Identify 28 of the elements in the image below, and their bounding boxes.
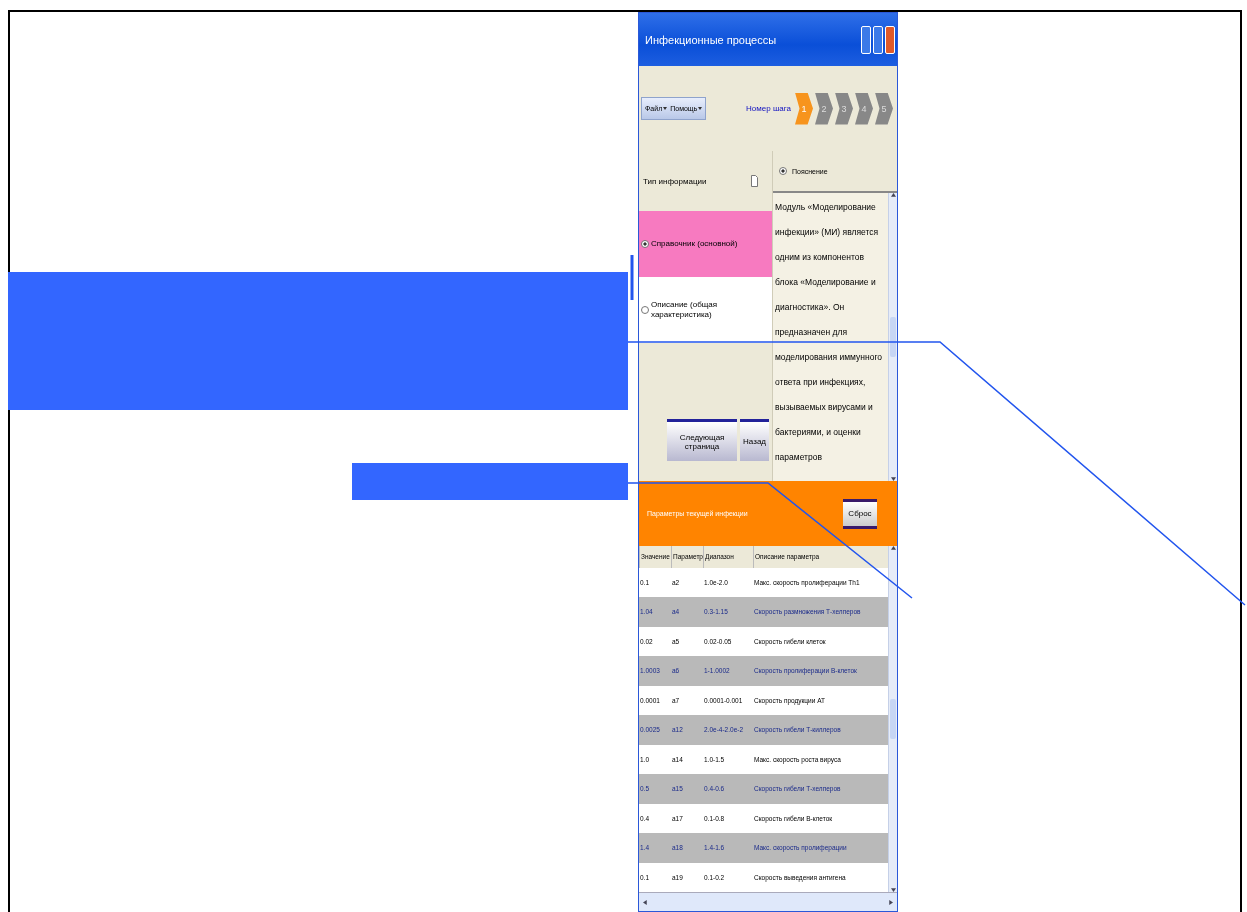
radio-icon — [779, 167, 787, 175]
minimize-button[interactable] — [861, 25, 871, 54]
info-type-option[interactable]: Описание (общая характеристика) — [639, 277, 772, 343]
horizontal-scrollbar[interactable] — [639, 892, 897, 911]
scrollbar[interactable] — [888, 546, 897, 892]
maximize-button[interactable] — [873, 25, 883, 54]
window-title: Инфекционные процессы — [645, 33, 778, 46]
caret-icon — [698, 107, 703, 110]
right-arrow-icon[interactable] — [888, 899, 893, 905]
down-arrow-icon[interactable] — [890, 887, 896, 892]
up-arrow-icon[interactable] — [890, 193, 896, 198]
up-arrow-icon[interactable] — [890, 546, 896, 551]
close-button[interactable] — [885, 25, 895, 54]
left-arrow-icon[interactable] — [643, 899, 648, 905]
description-text: Модуль «Моделирование инфекции» (МИ) является одним из компонентов блока «Моделирование и диагностика». Он предназначен для моделирования иммунного ответа при инфекциях, вызываемых вирусами и бактериями, и оценки параметров — [774, 201, 884, 464]
section-title: Тип информации — [643, 176, 707, 186]
step-label: Номер шага — [746, 104, 791, 113]
caret-icon — [663, 107, 668, 110]
radio-icon — [641, 240, 649, 248]
reset-button[interactable]: Сброс — [843, 498, 877, 529]
nav-button[interactable]: Следующая страница — [667, 419, 738, 461]
leader-line — [630, 255, 634, 300]
scrollbar[interactable] — [888, 193, 897, 481]
nav-button[interactable]: Назад — [740, 419, 769, 461]
info-type-option[interactable]: Справочник (основной) — [639, 211, 772, 277]
down-arrow-icon[interactable] — [890, 476, 896, 481]
page-icon — [751, 175, 758, 187]
radio-icon — [641, 306, 649, 314]
